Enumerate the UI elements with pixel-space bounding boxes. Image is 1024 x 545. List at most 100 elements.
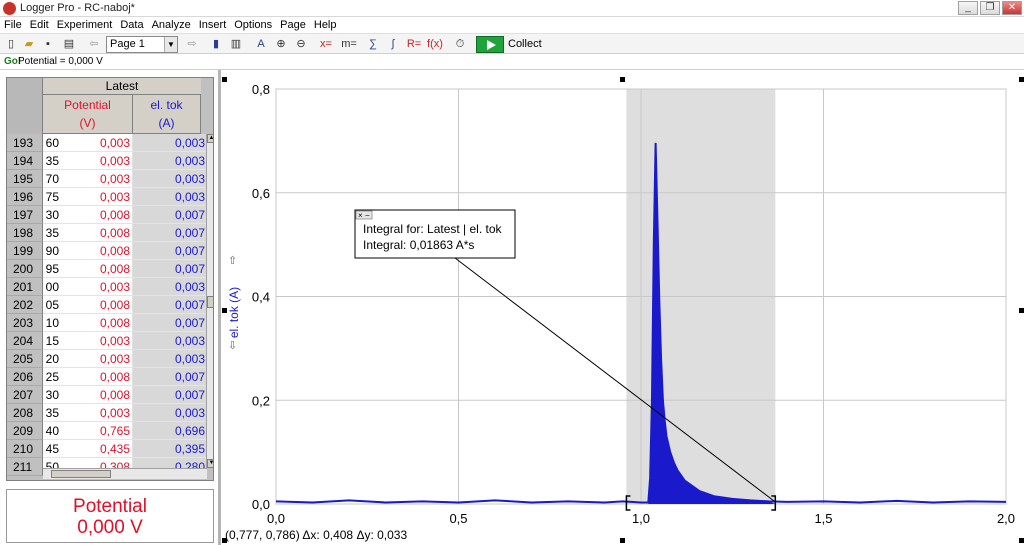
table-row[interactable]: 203 10 0,008 0,007 xyxy=(7,314,207,332)
page-select[interactable]: Page 1 ▼ xyxy=(106,36,178,53)
time-cell[interactable]: 35 xyxy=(43,152,59,170)
dataset-header[interactable]: Latest xyxy=(43,78,201,95)
menu-options[interactable]: Options xyxy=(230,17,276,33)
potential-cell[interactable]: 0,003 xyxy=(59,278,133,296)
curve-fit-icon[interactable]: f(x) xyxy=(427,36,443,52)
table-row[interactable]: 198 35 0,008 0,007 xyxy=(7,224,207,242)
graph-resize-handle[interactable] xyxy=(1019,538,1024,543)
current-cell[interactable]: 0,007 xyxy=(133,206,207,224)
potential-column-header[interactable]: Potential (V) xyxy=(43,95,133,134)
integral-icon[interactable]: ∫ xyxy=(385,36,401,52)
scroll-down-arrow-icon[interactable]: ▼ xyxy=(207,459,213,468)
current-cell[interactable]: 0,003 xyxy=(133,350,207,368)
data-collection-icon[interactable]: ⏱ xyxy=(452,36,468,52)
y-axis-scroll-down-icon[interactable]: ⇩ xyxy=(228,340,237,352)
minimize-button[interactable]: _ xyxy=(958,1,978,15)
time-cell[interactable]: 35 xyxy=(43,404,59,422)
current-cell[interactable]: 0,395 xyxy=(133,440,207,458)
table-row[interactable]: 201 00 0,003 0,003 xyxy=(7,278,207,296)
scroll-up-arrow-icon[interactable]: ▲ xyxy=(207,134,213,143)
current-cell[interactable]: 0,007 xyxy=(133,242,207,260)
table-row[interactable]: 200 95 0,008 0,007 xyxy=(7,260,207,278)
menu-analyze[interactable]: Analyze xyxy=(148,17,195,33)
graph-resize-handle[interactable] xyxy=(1019,308,1024,313)
table-row[interactable]: 204 15 0,003 0,003 xyxy=(7,332,207,350)
potential-cell[interactable]: 0,003 xyxy=(59,350,133,368)
potential-cell[interactable]: 0,008 xyxy=(59,260,133,278)
table-row[interactable]: 207 30 0,008 0,007 xyxy=(7,386,207,404)
time-cell[interactable]: 75 xyxy=(43,188,59,206)
open-folder-icon[interactable]: ▰ xyxy=(21,36,37,52)
y-axis-scroll-up-icon[interactable]: ⇧ xyxy=(228,255,237,267)
current-cell[interactable]: 0,007 xyxy=(133,368,207,386)
time-cell[interactable]: 10 xyxy=(43,314,59,332)
potential-cell[interactable]: 0,003 xyxy=(59,332,133,350)
table-row[interactable]: 210 45 0,435 0,395 xyxy=(7,440,207,458)
current-cell[interactable]: 0,003 xyxy=(133,404,207,422)
scroll-thumb[interactable] xyxy=(207,296,213,308)
table-row[interactable]: 197 30 0,008 0,007 xyxy=(7,206,207,224)
time-cell[interactable]: 25 xyxy=(43,368,59,386)
current-cell[interactable]: 0,007 xyxy=(133,386,207,404)
potential-cell[interactable]: 0,008 xyxy=(59,368,133,386)
close-icon[interactable]: × xyxy=(358,211,363,220)
potential-cell[interactable]: 0,008 xyxy=(59,314,133,332)
time-cell[interactable]: 40 xyxy=(43,422,59,440)
potential-cell[interactable]: 0,003 xyxy=(59,188,133,206)
current-cell[interactable]: 0,003 xyxy=(133,332,207,350)
potential-meter[interactable]: Potential 0,000 V xyxy=(6,489,214,543)
table-row[interactable]: 199 90 0,008 0,007 xyxy=(7,242,207,260)
next-page-icon[interactable]: ⇨ xyxy=(184,36,200,52)
potential-cell[interactable]: 0,008 xyxy=(59,296,133,314)
menu-edit[interactable]: Edit xyxy=(26,17,53,33)
maximize-button[interactable]: ❐ xyxy=(980,1,1000,15)
potential-cell[interactable]: 0,003 xyxy=(59,170,133,188)
potential-cell[interactable]: 0,008 xyxy=(59,206,133,224)
current-cell[interactable]: 0,007 xyxy=(133,296,207,314)
potential-cell[interactable]: 0,003 xyxy=(59,404,133,422)
current-column-header[interactable]: el. tok (A) xyxy=(133,95,201,134)
potential-cell[interactable]: 0,003 xyxy=(59,152,133,170)
potential-cell[interactable]: 0,008 xyxy=(59,224,133,242)
print-icon[interactable]: ▤ xyxy=(61,36,77,52)
graph-resize-handle[interactable] xyxy=(1019,77,1024,82)
graph-svg[interactable]: 0,0 0,5 1,0 1,5 2,0 0,0 0,2 0,4 0,6 0,8 × − Integral… xyxy=(222,77,1024,541)
menu-help[interactable]: Help xyxy=(310,17,341,33)
table-vertical-scrollbar[interactable]: ▲ ▼ xyxy=(206,134,213,468)
collect-button[interactable]: Collect xyxy=(476,36,556,53)
potential-cell[interactable]: 0,003 xyxy=(59,134,133,152)
table-row[interactable]: 206 25 0,008 0,007 xyxy=(7,368,207,386)
time-cell[interactable]: 95 xyxy=(43,260,59,278)
table-icon[interactable]: ▮ xyxy=(208,36,224,52)
close-button[interactable]: ✕ xyxy=(1002,1,1022,15)
menu-insert[interactable]: Insert xyxy=(195,17,231,33)
time-cell[interactable]: 45 xyxy=(43,440,59,458)
autoscale-icon[interactable]: A xyxy=(253,36,269,52)
sensor-reading[interactable]: Potential = 0,000 V xyxy=(18,56,103,67)
graph-panel[interactable]: 0,0 0,5 1,0 1,5 2,0 0,0 0,2 0,4 0,6 0,8 × − Integral… xyxy=(222,77,1024,545)
table-row[interactable]: 208 35 0,003 0,003 xyxy=(7,404,207,422)
potential-cell[interactable]: 0,008 xyxy=(59,242,133,260)
potential-cell[interactable]: 0,765 xyxy=(59,422,133,440)
time-cell[interactable]: 90 xyxy=(43,242,59,260)
potential-cell[interactable]: 0,008 xyxy=(59,386,133,404)
graph-resize-handle[interactable] xyxy=(620,77,625,82)
table-row[interactable]: 205 20 0,003 0,003 xyxy=(7,350,207,368)
time-cell[interactable]: 35 xyxy=(43,224,59,242)
menu-experiment[interactable]: Experiment xyxy=(53,17,117,33)
data-browser-icon[interactable]: ▥ xyxy=(228,36,244,52)
table-row[interactable]: 195 70 0,003 0,003 xyxy=(7,170,207,188)
previous-page-icon[interactable]: ⇦ xyxy=(86,36,102,52)
potential-cell[interactable]: 0,435 xyxy=(59,440,133,458)
time-cell[interactable]: 70 xyxy=(43,170,59,188)
time-cell[interactable]: 30 xyxy=(43,206,59,224)
table-row[interactable]: 193 60 0,003 0,003 xyxy=(7,134,207,152)
linear-fit-icon[interactable]: R= xyxy=(406,36,422,52)
time-cell[interactable]: 30 xyxy=(43,386,59,404)
time-cell[interactable]: 15 xyxy=(43,332,59,350)
current-cell[interactable]: 0,007 xyxy=(133,314,207,332)
menu-page[interactable]: Page xyxy=(276,17,310,33)
y-axis-label[interactable]: el. tok (A) xyxy=(227,287,241,338)
menu-file[interactable]: File xyxy=(0,17,26,33)
zoom-out-icon[interactable]: ⊖ xyxy=(293,36,309,52)
